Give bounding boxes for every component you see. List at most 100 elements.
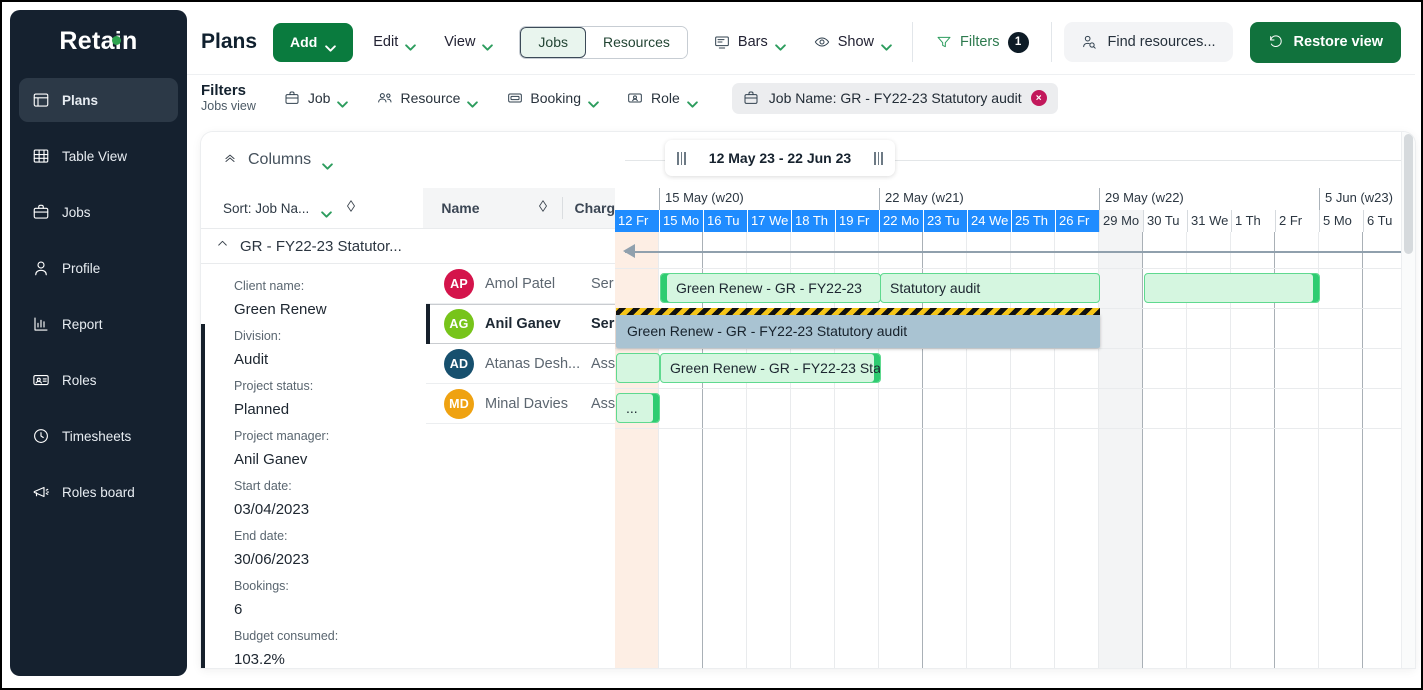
close-icon[interactable]: × <box>1030 90 1047 106</box>
show-menu-button[interactable]: Show <box>806 24 900 60</box>
filters-count-badge: 1 <box>1007 31 1029 53</box>
job-group-row[interactable]: GR - FY22-23 Statutor... <box>201 228 615 264</box>
sidebar-item-jobs[interactable]: Jobs <box>19 190 178 234</box>
add-button[interactable]: Add <box>273 22 354 62</box>
detail-value: Anil Ganev <box>234 451 308 468</box>
filter-booking-dropdown[interactable]: Booking <box>494 82 611 114</box>
day-cell[interactable]: 22 Mo <box>879 210 923 232</box>
day-cell[interactable]: 2 Fr <box>1275 210 1319 232</box>
filter-role-dropdown[interactable]: Role <box>615 82 710 114</box>
filters-button[interactable]: Filters 1 <box>925 24 1038 60</box>
resource-name: Atanas Desh... <box>485 355 581 372</box>
day-cell[interactable]: 17 We <box>747 210 791 232</box>
gantt-bar-stub[interactable] <box>616 353 660 383</box>
day-cell[interactable]: 23 Tu <box>923 210 967 232</box>
resource-row[interactable]: AD Atanas Desh... Ass <box>426 344 615 384</box>
resource-role: Ass <box>591 395 616 412</box>
day-cell[interactable]: 5 Mo <box>1319 210 1363 232</box>
gantt-bar[interactable]: Statutory audit <box>880 273 1100 303</box>
briefcase-icon <box>284 90 301 107</box>
booking-icon <box>506 90 523 107</box>
sidebar-item-table-view[interactable]: Table View <box>19 134 178 178</box>
selection-spine <box>201 324 205 668</box>
day-cell[interactable]: 24 We <box>967 210 1011 232</box>
sort-dropdown[interactable]: Sort: Job Na... <box>201 199 423 218</box>
day-cell[interactable]: 15 Mo <box>659 210 703 232</box>
arrow-left-icon[interactable] <box>623 244 635 258</box>
chevron-down-icon <box>337 95 349 108</box>
day-cell[interactable]: 30 Tu <box>1143 210 1187 232</box>
eye-icon <box>814 34 831 51</box>
columns-label: Columns <box>248 151 312 168</box>
avatar: AG <box>444 309 474 339</box>
chevron-down-icon <box>588 95 599 108</box>
find-resources-label: Find resources... <box>1107 34 1216 50</box>
sidebar-item-timesheets[interactable]: Timesheets <box>19 414 178 458</box>
day-cell[interactable]: 19 Fr <box>835 210 879 232</box>
detail-value: Planned <box>234 401 290 418</box>
grip-right-handle[interactable] <box>874 151 883 165</box>
resource-role: Ser <box>591 275 614 292</box>
sidebar-item-report[interactable]: Report <box>19 302 178 346</box>
tab-resources[interactable]: Resources <box>586 26 687 58</box>
timeline-week-row: 15 May (w20) 22 May (w21) 29 May (w22) 5… <box>615 188 1415 210</box>
detail-value: 6 <box>234 601 243 618</box>
gantt-bar[interactable]: Green Renew - GR - FY22-23 <box>660 273 881 303</box>
gantt-bar[interactable]: Green Renew - GR - FY22-23 Sta... <box>660 353 881 383</box>
day-cell[interactable]: 31 We <box>1187 210 1231 232</box>
day-cell[interactable]: 12 Fr <box>615 210 659 232</box>
day-cell[interactable]: 25 Th <box>1011 210 1055 232</box>
sidebar-item-plans[interactable]: Plans <box>19 78 178 122</box>
gantt-bar[interactable] <box>1144 273 1320 303</box>
day-cell[interactable]: 16 Tu <box>703 210 747 232</box>
vertical-scrollbar[interactable] <box>1401 132 1415 668</box>
day-cell[interactable]: 1 Th <box>1231 210 1275 232</box>
name-sort-icon[interactable] <box>536 199 550 218</box>
grid-column-nonworking <box>1099 232 1143 668</box>
resource-row[interactable]: AG Anil Ganev Ser <box>426 304 615 344</box>
name-column-header[interactable]: Name Charg <box>423 188 615 228</box>
resource-row[interactable]: AP Amol Patel Ser <box>426 264 615 304</box>
view-menu-button[interactable]: View <box>436 24 501 60</box>
timeline-day-row: 12 Fr 15 Mo 16 Tu 17 We 18 Th 19 Fr 22 M… <box>615 210 1415 232</box>
week-label: 29 May (w22) <box>1099 188 1184 210</box>
date-range-selector[interactable]: 12 May 23 - 22 Jun 23 <box>665 140 895 176</box>
tab-jobs[interactable]: Jobs <box>520 26 586 58</box>
day-cell[interactable]: 29 Mo <box>1099 210 1143 232</box>
active-filter-chip[interactable]: Job Name: GR - FY22-23 Statutory audit × <box>731 82 1058 114</box>
grid-column-weekend <box>615 232 659 668</box>
chevron-down-icon <box>467 95 479 108</box>
detail-label: Start date: <box>234 479 292 493</box>
day-cell[interactable]: 18 Th <box>791 210 835 232</box>
sidebar-item-roles[interactable]: Roles <box>19 358 178 402</box>
edit-menu-button[interactable]: Edit <box>365 24 424 60</box>
day-cell[interactable]: 26 Fr <box>1055 210 1099 232</box>
plans-icon <box>31 91 50 110</box>
edit-menu-label: Edit <box>373 34 399 50</box>
header-divider <box>561 197 563 219</box>
clock-icon <box>31 427 50 446</box>
sidebar-item-label: Profile <box>62 260 101 276</box>
columns-button[interactable]: Columns <box>201 132 615 188</box>
bars-menu-button[interactable]: Bars <box>706 24 794 60</box>
resource-row[interactable]: MD Minal Davies Ass <box>426 384 615 424</box>
sidebar-item-profile[interactable]: Profile <box>19 246 178 290</box>
restore-view-button[interactable]: Restore view <box>1249 21 1401 63</box>
dragging-gantt-bar[interactable]: Green Renew - GR - FY22-23 Statutory aud… <box>616 314 1100 348</box>
detail-value: 103.2% <box>234 651 285 668</box>
filter-resource-dropdown[interactable]: Resource <box>364 82 490 114</box>
plans-panel: Columns Sort: Job Na... Name Charg GR - … <box>201 132 1415 668</box>
chevron-up-icon[interactable] <box>216 237 229 255</box>
toolbar-divider <box>912 22 914 62</box>
gantt-bar[interactable]: ... <box>616 393 660 423</box>
timeline-grid: Green Renew - GR - FY22-23 Statutory aud… <box>615 232 1415 668</box>
grip-left-handle[interactable] <box>677 151 686 165</box>
resource-name: Minal Davies <box>485 395 568 412</box>
sort-order-icon[interactable] <box>344 199 358 218</box>
filter-job-dropdown[interactable]: Job <box>272 82 361 114</box>
sidebar-item-roles-board[interactable]: Roles board <box>19 470 178 514</box>
week-label: 15 May (w20) <box>659 188 744 210</box>
find-resources-button[interactable]: Find resources... <box>1063 22 1233 62</box>
detail-label: Client name: <box>234 279 305 293</box>
vertical-scrollbar-thumb[interactable] <box>1404 134 1413 254</box>
